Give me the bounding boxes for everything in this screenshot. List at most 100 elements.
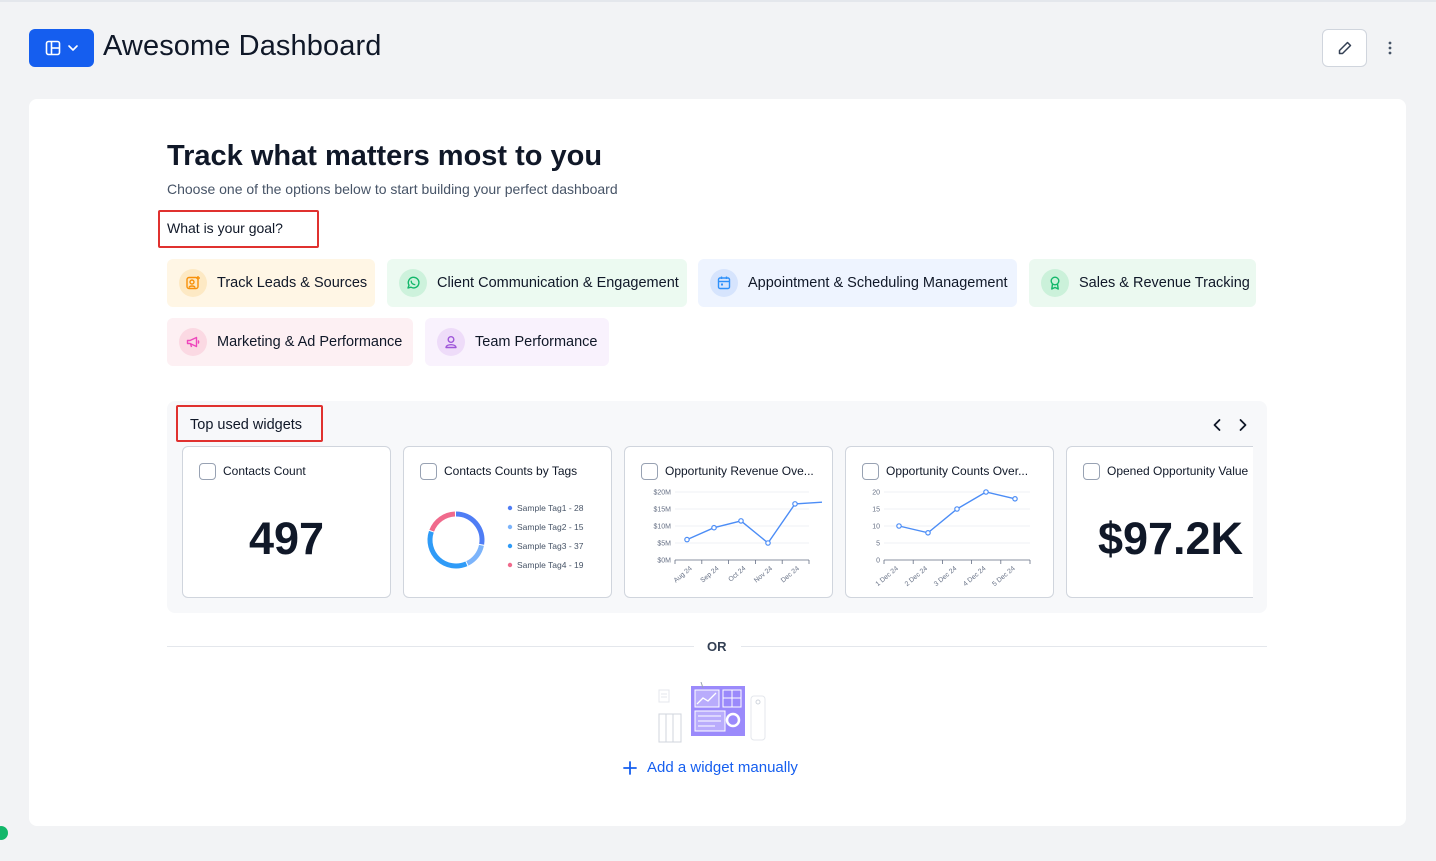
x-tick-label: 5 Dec 24	[991, 565, 1017, 588]
y-tick-label: 15	[872, 507, 880, 514]
data-point	[983, 489, 989, 495]
pencil-icon	[1338, 41, 1351, 55]
widget-value: 497	[248, 513, 325, 564]
widget-checkbox[interactable]	[199, 463, 216, 480]
legend-label: Sample Tag3 - 37	[517, 541, 584, 551]
donut-slice	[455, 511, 485, 545]
data-point	[711, 524, 717, 531]
divider-right	[741, 646, 1267, 647]
y-tick-label: 0	[876, 558, 880, 565]
top-border	[0, 0, 1436, 2]
data-point	[925, 530, 931, 536]
add-widget-label: Add a widget manually	[647, 759, 798, 776]
goal-chip-label: Appointment & Scheduling Management	[748, 275, 1008, 291]
plus-icon	[623, 760, 637, 775]
data-point	[954, 506, 960, 512]
chevron-left-icon	[1213, 419, 1221, 431]
donut-chart: Sample Tag1 - 28 Sample Tag2 - 15 Sample T…	[427, 503, 584, 570]
goal-chip-appointment-scheduling[interactable]: Appointment & Scheduling Management	[698, 259, 1017, 307]
widget-checkbox[interactable]	[1083, 463, 1100, 480]
data-point	[792, 501, 798, 507]
subheadline: Choose one of the options below to start…	[167, 181, 618, 197]
carousel-prev-button[interactable]	[1209, 416, 1225, 434]
edit-button[interactable]	[1322, 29, 1367, 67]
goal-chip-label: Sales & Revenue Tracking	[1079, 275, 1250, 291]
x-tick-label: 1 Dec 24	[875, 565, 901, 588]
y-tick-label: 10	[872, 524, 880, 531]
chevron-right-icon	[1239, 419, 1247, 431]
widget-value: $97.2K	[1097, 513, 1244, 564]
headline: Track what matters most to you	[167, 140, 603, 172]
counts-line-chart: 20 15 10 5 01 Dec 24 2 Dec 24 3 Dec 24 4 Dec 24…	[872, 489, 1031, 588]
series-line	[686, 501, 823, 545]
add-widget-manually-button[interactable]: Add a widget manually	[623, 759, 798, 776]
x-tick-label: Dec 24	[780, 565, 801, 584]
legend-label: Sample Tag2 - 15	[517, 522, 584, 532]
user-plus-icon	[179, 269, 207, 297]
page-title: Awesome Dashboard	[103, 30, 382, 62]
data-point	[896, 523, 902, 529]
data-point	[738, 518, 744, 524]
status-indicator-dot	[0, 826, 8, 840]
goal-chip-team-performance[interactable]: Team Performance	[425, 318, 609, 366]
goal-chip-sales-revenue[interactable]: Sales & Revenue Tracking	[1029, 259, 1256, 307]
y-tick-label: 20	[872, 490, 880, 497]
goal-chip-label: Marketing & Ad Performance	[217, 334, 403, 350]
donut-slice	[429, 511, 456, 532]
goal-chip-client-communication[interactable]: Client Communication & Engagement	[387, 259, 687, 307]
donut-slice	[427, 530, 468, 569]
legend-label: Sample Tag4 - 19	[517, 560, 584, 570]
widget-carousel: Contacts Count 497 Contacts Counts by Ta…	[182, 446, 1253, 599]
x-tick-label: Nov 24	[753, 565, 774, 584]
chevron-down-icon	[67, 45, 78, 51]
layout-icon	[45, 40, 60, 56]
whatsapp-icon	[399, 269, 427, 297]
y-tick-label: 5	[876, 541, 880, 548]
x-tick-label: 2 Dec 24	[904, 565, 930, 588]
calendar-icon	[710, 269, 738, 297]
y-tick-label: $10M	[653, 524, 671, 531]
layout-switcher-button[interactable]	[29, 29, 94, 67]
goal-chip-track-leads[interactable]: Track Leads & Sources	[167, 259, 375, 307]
widget-card-opened-opportunity-value[interactable]: Opened Opportunity Value $97.2K	[1066, 446, 1253, 598]
legend-label: Sample Tag1 - 28	[517, 503, 584, 513]
goal-chip-marketing-ads[interactable]: Marketing & Ad Performance	[167, 318, 413, 366]
x-tick-label: 4 Dec 24	[962, 565, 988, 588]
more-options-button[interactable]	[1380, 36, 1400, 60]
x-tick-label: Aug 24	[673, 565, 694, 584]
legend-dot	[507, 524, 513, 530]
widget-title: Opened Opportunity Value	[1107, 464, 1249, 478]
series-line	[898, 491, 1016, 534]
or-separator: OR	[707, 639, 727, 654]
award-icon	[1041, 269, 1069, 297]
x-tick-label: Oct 24	[727, 565, 747, 583]
x-tick-label: 3 Dec 24	[933, 565, 959, 588]
data-point	[1012, 495, 1018, 502]
y-tick-label: $0M	[657, 558, 671, 565]
goal-chip-label: Track Leads & Sources	[217, 275, 368, 291]
carousel-next-button[interactable]	[1235, 416, 1251, 434]
widget-card-contacts-by-tags[interactable]: Contacts Counts by Tags Sample Tag1 - 28…	[403, 446, 612, 598]
widget-title: Contacts Count	[223, 464, 306, 478]
divider-left	[167, 646, 694, 647]
legend-dot	[507, 562, 513, 568]
legend-dot	[507, 505, 513, 511]
widget-card-opportunity-revenue[interactable]: Opportunity Revenue Ove... $20M $15M $10M $…	[624, 446, 833, 598]
y-tick-label: $20M	[653, 490, 671, 497]
annotation-box-goal	[158, 210, 319, 248]
data-point	[765, 540, 771, 546]
donut-slice	[466, 544, 484, 566]
legend-dot	[507, 543, 513, 549]
widget-card-opportunity-counts[interactable]: Opportunity Counts Over... 20 15 10 5 0 1 Dec…	[845, 446, 1054, 598]
x-tick-label: Sep 24	[699, 565, 720, 584]
data-point	[684, 536, 690, 543]
annotation-box-widgets	[176, 405, 323, 442]
widget-card-contacts-count[interactable]: Contacts Count 497	[182, 446, 391, 598]
megaphone-icon	[179, 328, 207, 356]
kebab-menu-icon	[1388, 41, 1392, 55]
y-tick-label: $5M	[657, 541, 671, 548]
y-tick-label: $15M	[653, 507, 671, 514]
goal-chip-label: Client Communication & Engagement	[437, 275, 679, 291]
goal-chip-label: Team Performance	[475, 334, 598, 350]
user-icon	[437, 328, 465, 356]
